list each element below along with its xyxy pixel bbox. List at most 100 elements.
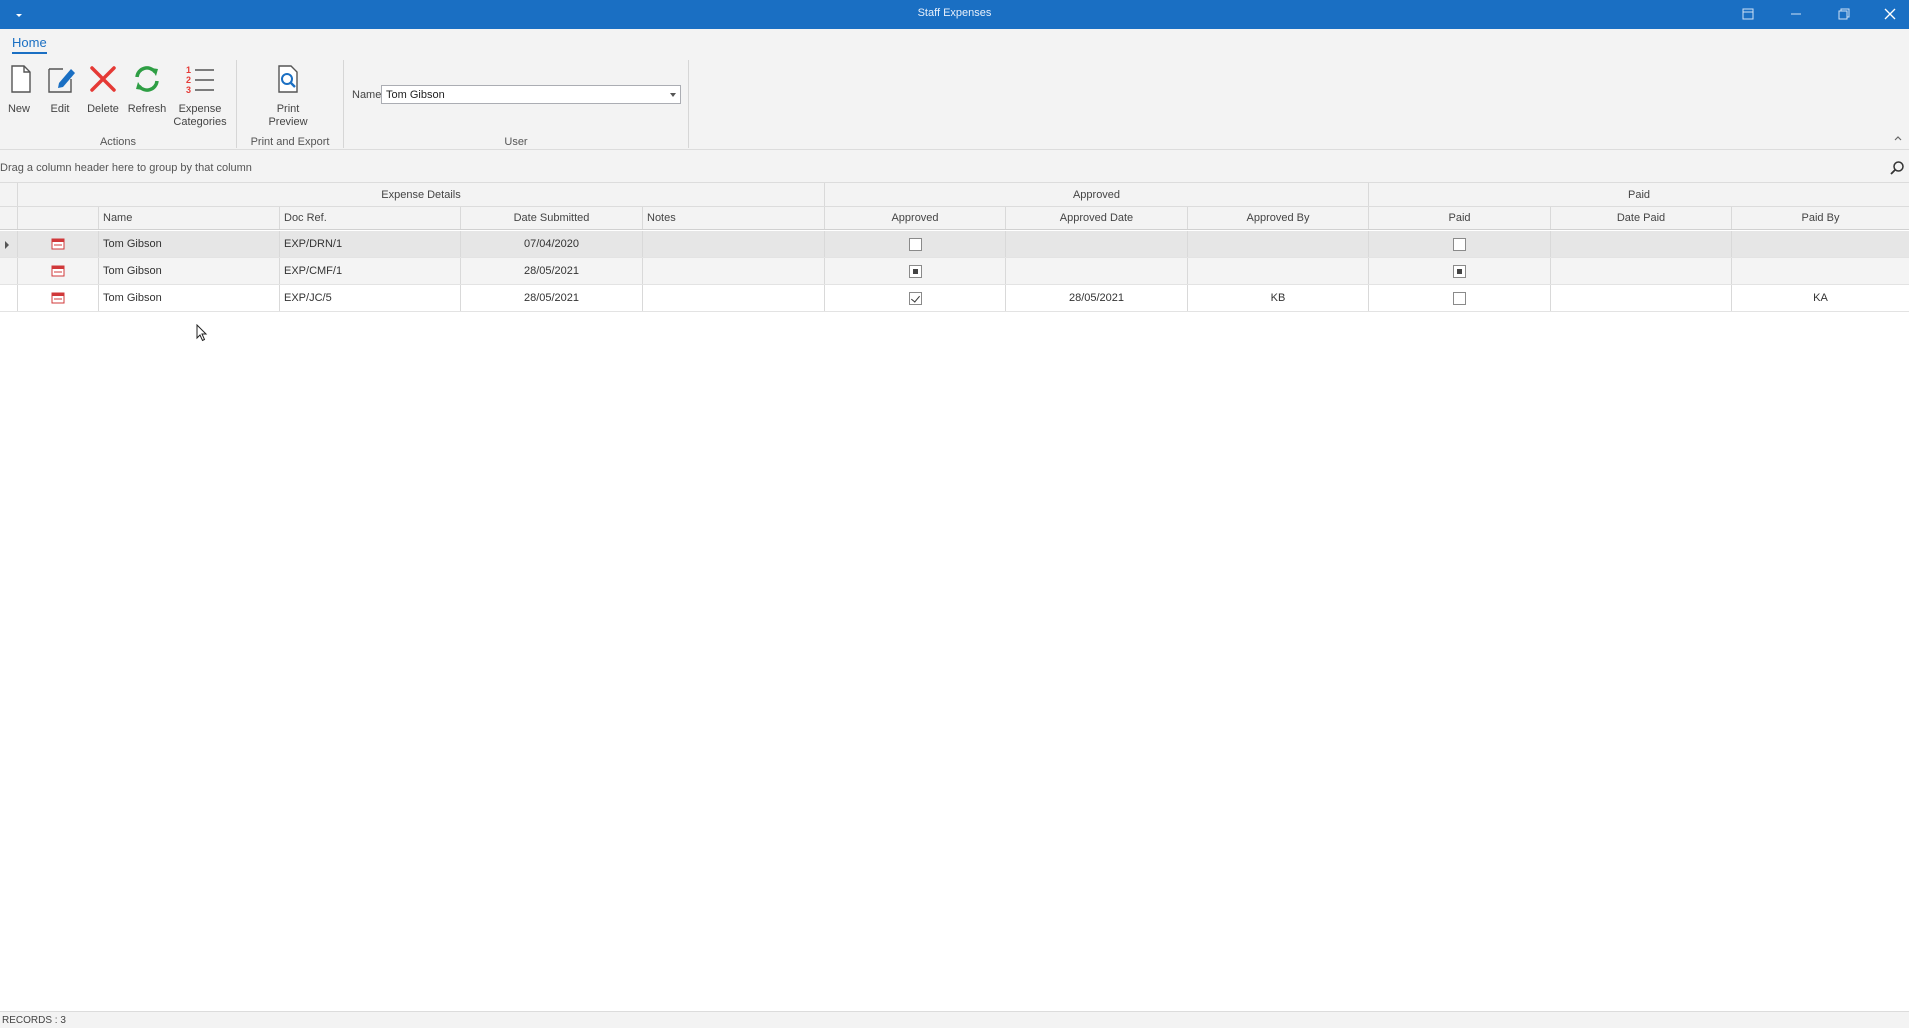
new-document-icon <box>11 65 31 93</box>
group-label-user: User <box>504 136 528 148</box>
cell-name[interactable]: Tom Gibson <box>99 231 280 257</box>
paid-checkbox[interactable] <box>1453 291 1466 305</box>
cell-notes[interactable] <box>643 285 825 311</box>
name-label: Name <box>352 89 382 101</box>
cell-approved-by[interactable] <box>1188 258 1369 284</box>
column-header-date-submitted[interactable]: Date Submitted <box>461 207 643 229</box>
print-preview-label-1: Print <box>276 103 300 115</box>
cell-approved-date[interactable]: 28/05/2021 <box>1006 285 1188 311</box>
cell-name[interactable]: Tom Gibson <box>99 285 280 311</box>
svg-text:2: 2 <box>186 75 191 85</box>
header-indicator-cell <box>0 207 18 229</box>
band-indicator-cell <box>0 183 18 206</box>
approved-checkbox[interactable] <box>908 264 922 278</box>
cell-date-paid[interactable] <box>1551 285 1732 311</box>
cell-notes[interactable] <box>643 231 825 257</box>
restore-layout-icon[interactable] <box>1728 3 1768 25</box>
paid-checkbox[interactable] <box>1453 237 1466 251</box>
edit-button[interactable]: Edit <box>45 63 75 116</box>
row-icon-cell[interactable] <box>18 258 99 284</box>
cell-name[interactable]: Tom Gibson <box>99 258 280 284</box>
new-button[interactable]: New <box>4 63 34 116</box>
cell-date-paid[interactable] <box>1551 258 1732 284</box>
edit-icon <box>48 68 75 93</box>
group-label-print-export: Print and Export <box>250 136 330 148</box>
search-icon[interactable] <box>1889 160 1905 176</box>
column-header-paid[interactable]: Paid <box>1369 207 1551 229</box>
row-icon-cell[interactable] <box>18 285 99 311</box>
cell-doc-ref[interactable]: EXP/JC/5 <box>280 285 461 311</box>
cell-date-submitted[interactable]: 28/05/2021 <box>461 285 643 311</box>
column-header-notes[interactable]: Notes <box>643 207 825 229</box>
cell-approved[interactable] <box>825 231 1006 257</box>
tab-home[interactable]: Home <box>12 35 47 54</box>
title-bar: Staff Expenses <box>0 0 1909 29</box>
minimize-icon[interactable] <box>1776 3 1816 25</box>
cell-doc-ref[interactable]: EXP/DRN/1 <box>280 231 461 257</box>
column-header-name[interactable]: Name <box>99 207 280 229</box>
cell-date-paid[interactable] <box>1551 231 1732 257</box>
band-paid[interactable]: Paid <box>1369 183 1909 206</box>
row-indicator[interactable] <box>0 285 18 311</box>
column-header-approved[interactable]: Approved <box>825 207 1006 229</box>
table-row[interactable]: Tom Gibson EXP/DRN/1 07/04/2020 <box>0 231 1909 258</box>
column-header-paid-by[interactable]: Paid By <box>1732 207 1909 229</box>
print-preview-button[interactable]: Print Preview <box>263 63 313 129</box>
refresh-button[interactable]: Refresh <box>126 63 168 116</box>
cell-approved-date[interactable] <box>1006 258 1188 284</box>
edit-button-label: Edit <box>50 103 70 115</box>
band-expense-details[interactable]: Expense Details <box>18 183 825 206</box>
expense-categories-label-2: Categories <box>173 116 227 128</box>
column-header-row: Name Doc Ref. Date Submitted Notes Appro… <box>0 207 1909 230</box>
row-icon-cell[interactable] <box>18 231 99 257</box>
collapse-ribbon-icon[interactable] <box>1893 133 1903 143</box>
ribbon: Home New Edit Delete Refresh 1 2 3 Expen… <box>0 29 1909 150</box>
cell-approved-by[interactable] <box>1188 231 1369 257</box>
cell-doc-ref[interactable]: EXP/CMF/1 <box>280 258 461 284</box>
delete-button-label: Delete <box>87 103 119 115</box>
row-indicator[interactable] <box>0 258 18 284</box>
maximize-icon[interactable] <box>1824 3 1864 25</box>
cell-paid[interactable] <box>1369 285 1551 311</box>
cell-date-submitted[interactable]: 28/05/2021 <box>461 258 643 284</box>
cell-paid-by[interactable] <box>1732 258 1909 284</box>
cell-date-submitted[interactable]: 07/04/2020 <box>461 231 643 257</box>
cell-paid[interactable] <box>1369 258 1551 284</box>
close-icon[interactable] <box>1870 3 1909 25</box>
group-label-actions: Actions <box>99 136 137 148</box>
cell-approved[interactable] <box>825 258 1006 284</box>
expense-categories-label-1: Expense <box>178 103 222 115</box>
table-row[interactable]: Tom Gibson EXP/CMF/1 28/05/2021 <box>0 258 1909 285</box>
ribbon-separator <box>343 60 344 148</box>
group-panel[interactable]: Drag a column header here to group by th… <box>0 150 1909 183</box>
band-approved[interactable]: Approved <box>825 183 1369 206</box>
cell-approved-date[interactable] <box>1006 231 1188 257</box>
status-bar: RECORDS : 3 <box>0 1011 1909 1028</box>
refresh-icon <box>135 66 159 92</box>
row-indicator[interactable] <box>0 231 18 257</box>
cell-paid-by[interactable]: KA <box>1732 285 1909 311</box>
name-combo[interactable]: Tom Gibson <box>381 85 681 104</box>
column-header-date-paid[interactable]: Date Paid <box>1551 207 1732 229</box>
focused-row-arrow-icon <box>5 241 9 249</box>
paid-checkbox[interactable] <box>1453 264 1466 278</box>
cell-paid-by[interactable] <box>1732 231 1909 257</box>
print-preview-label-2: Preview <box>268 116 308 128</box>
delete-button[interactable]: Delete <box>85 63 121 116</box>
cell-paid[interactable] <box>1369 231 1551 257</box>
table-row[interactable]: Tom Gibson EXP/JC/5 28/05/2021 28/05/202… <box>0 285 1909 312</box>
window-title: Staff Expenses <box>917 7 992 19</box>
svg-text:1: 1 <box>186 65 191 75</box>
column-header-approved-date[interactable]: Approved Date <box>1006 207 1188 229</box>
cell-notes[interactable] <box>643 258 825 284</box>
band-header-row: Expense Details Approved Paid <box>0 183 1909 207</box>
approved-checkbox[interactable] <box>908 291 922 305</box>
approved-checkbox[interactable] <box>908 237 922 251</box>
column-header-approved-by[interactable]: Approved By <box>1188 207 1369 229</box>
chevron-down-icon[interactable] <box>670 93 676 97</box>
refresh-button-label: Refresh <box>127 103 167 115</box>
column-header-doc-ref[interactable]: Doc Ref. <box>280 207 461 229</box>
expense-categories-button[interactable]: 1 2 3 Expense Categories <box>173 63 227 129</box>
cell-approved[interactable] <box>825 285 1006 311</box>
cell-approved-by[interactable]: KB <box>1188 285 1369 311</box>
